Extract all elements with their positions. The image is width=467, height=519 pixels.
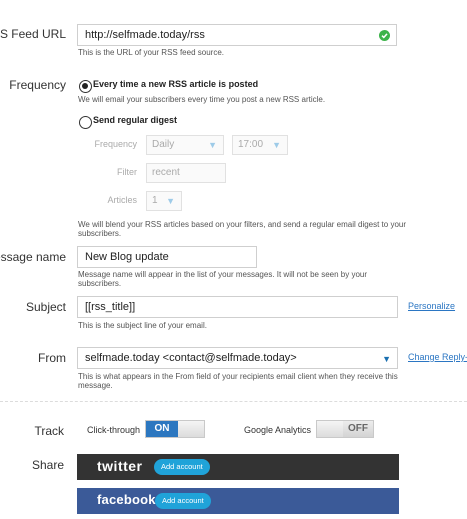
digest-help: We will blend your RSS articles based on… <box>78 220 407 238</box>
digest-filter-value: recent <box>152 167 180 178</box>
rss-feed-url-value: http://selfmade.today/rss <box>85 29 205 41</box>
facebook-logo: facebook <box>97 492 156 507</box>
check-circle-icon <box>379 30 390 41</box>
google-analytics-toggle[interactable]: OFF <box>316 420 374 438</box>
subject-input[interactable]: [[rss_title]] <box>77 296 398 318</box>
digest-frequency-select[interactable]: Daily ▼ <box>146 135 224 155</box>
facebook-share-bar[interactable]: facebook Add account <box>77 488 399 514</box>
digest-time-select[interactable]: 17:00 ▼ <box>232 135 288 155</box>
option-every-new-article-help: We will email your subscribers every tim… <box>78 95 326 104</box>
message-name-input[interactable]: New Blog update <box>77 246 257 268</box>
message-name-value: New Blog update <box>85 251 169 263</box>
from-label: From <box>38 351 66 365</box>
digest-articles-value: 1 <box>152 195 158 206</box>
google-analytics-state: OFF <box>343 421 373 437</box>
chevron-down-icon: ▼ <box>208 140 217 150</box>
rss-feed-url-label: RSS Feed URL <box>0 27 66 41</box>
rss-feed-url-input[interactable]: http://selfmade.today/rss <box>77 24 397 46</box>
subject-label: Subject <box>25 300 66 314</box>
digest-articles-select[interactable]: 1 ▼ <box>146 191 182 211</box>
digest-filter-label: Filter <box>117 167 137 177</box>
message-name-help: Message name will appear in the list of … <box>78 270 368 288</box>
clickthrough-state: ON <box>146 421 178 437</box>
track-label: Track <box>34 424 64 438</box>
digest-articles-label: Articles <box>107 195 137 205</box>
digest-frequency-label: Frequency <box>94 139 137 149</box>
frequency-label: Frequency <box>9 78 66 92</box>
rss-feed-url-help: This is the URL of your RSS feed source. <box>78 48 224 57</box>
from-select[interactable]: selfmade.today <contact@selfmade.today> … <box>77 347 398 369</box>
digest-frequency-value: Daily <box>152 139 175 150</box>
message-name-label: essage name <box>0 250 66 264</box>
radio-every-new-article[interactable] <box>79 80 92 93</box>
google-analytics-label: Google Analytics <box>244 425 312 435</box>
twitter-logo: twitter <box>97 458 143 474</box>
change-reply-to-link[interactable]: Change Reply-To <box>408 352 467 362</box>
from-help: This is what appears in the From field o… <box>78 372 398 390</box>
toggle-knob <box>178 421 204 437</box>
digest-time-value: 17:00 <box>238 139 264 150</box>
clickthrough-label: Click-through <box>87 425 141 435</box>
digest-filter-input[interactable]: recent <box>146 163 226 183</box>
chevron-down-icon: ▼ <box>272 140 281 150</box>
section-divider <box>0 401 467 402</box>
option-every-new-article-label: Every time a new RSS article is posted <box>93 79 259 89</box>
radio-regular-digest[interactable] <box>79 116 92 129</box>
share-label: Share <box>31 458 64 472</box>
subject-value: [[rss_title]] <box>85 301 136 313</box>
twitter-share-bar[interactable]: twitter Add account <box>77 454 399 480</box>
option-regular-digest-label: Send regular digest <box>93 115 178 125</box>
toggle-knob <box>317 421 343 437</box>
facebook-add-account-button[interactable]: Add account <box>155 493 211 509</box>
clickthrough-toggle[interactable]: ON <box>145 420 205 438</box>
from-value: selfmade.today <contact@selfmade.today> <box>85 352 297 364</box>
chevron-down-icon: ▼ <box>382 354 391 364</box>
twitter-add-account-button[interactable]: Add account <box>154 459 210 475</box>
subject-help: This is the subject line of your email. <box>78 321 207 330</box>
chevron-down-icon: ▼ <box>166 196 175 206</box>
personalize-link[interactable]: Personalize <box>408 301 455 311</box>
